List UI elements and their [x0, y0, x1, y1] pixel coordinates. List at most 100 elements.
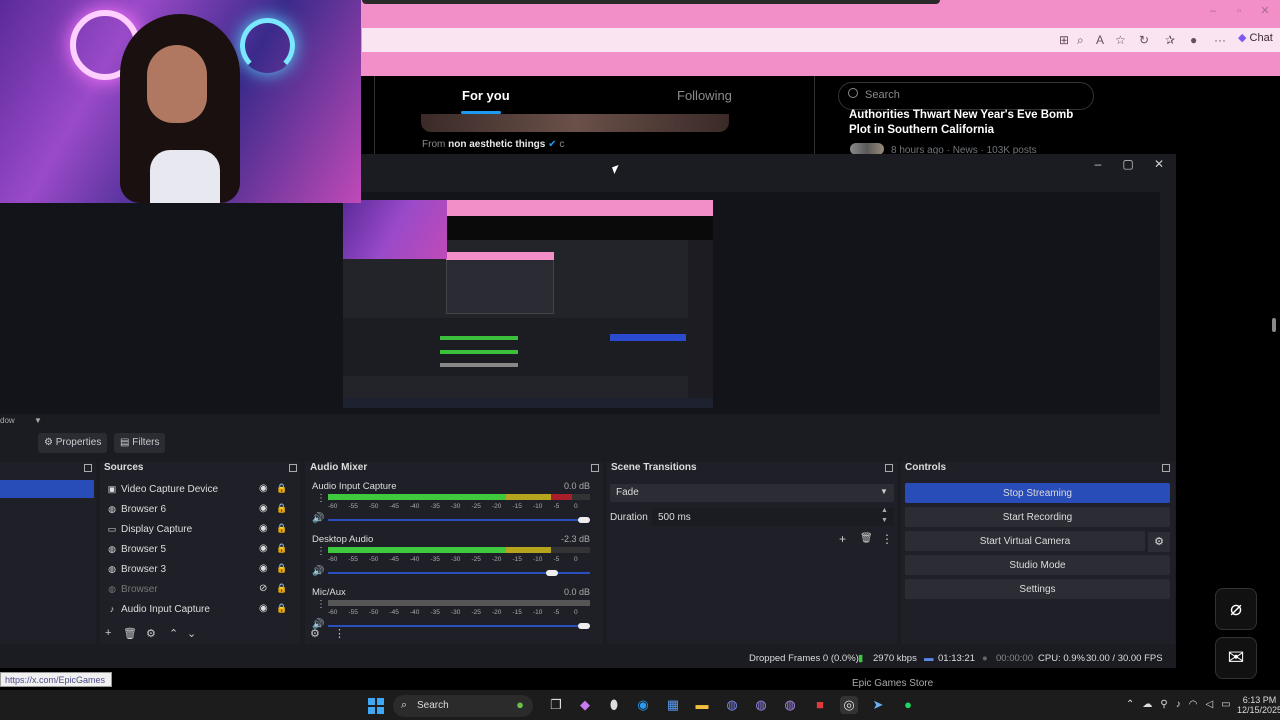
sidebar-float-button[interactable]: ⌀ — [1215, 588, 1257, 630]
eye-icon[interactable]: ◉ — [259, 483, 268, 494]
gear-icon[interactable]: ⚙ — [1148, 532, 1170, 552]
spotify-icon[interactable]: ● — [899, 696, 917, 714]
source-item[interactable]: ◍ Browser ⊘ 🔒 — [104, 580, 296, 600]
eye-hidden-icon[interactable]: ⊘ — [259, 583, 267, 594]
app-icon[interactable]: ◍ — [752, 696, 770, 714]
lock-icon[interactable]: 🔒 — [276, 483, 287, 494]
move-up-icon[interactable]: ⌃ — [169, 627, 178, 640]
minimize-icon[interactable]: – — [1200, 5, 1226, 17]
channel-menu-icon[interactable]: ⋮ — [316, 546, 326, 557]
source-item[interactable]: ▣ Video Capture Device ◉ 🔒 — [104, 480, 296, 500]
volume-slider[interactable] — [328, 625, 590, 627]
lock-icon[interactable]: 🔒 — [276, 523, 287, 534]
duration-input[interactable]: 500 ms — [652, 508, 894, 526]
advanced-audio-icon[interactable]: ⚙ — [310, 627, 320, 640]
eye-icon[interactable]: ◉ — [259, 543, 268, 554]
stop-streaming-button[interactable]: Stop Streaming — [905, 483, 1170, 503]
trash-icon[interactable]: 🗑 — [860, 533, 873, 544]
volume-knob[interactable] — [545, 570, 558, 576]
refresh-icon[interactable]: ↻ — [1139, 33, 1149, 47]
epic-games-card[interactable]: Epic Games Store — [852, 678, 1082, 689]
store-icon[interactable]: ▦ — [664, 696, 682, 714]
search-input[interactable]: Search — [838, 82, 1094, 110]
duration-stepper-icon[interactable]: ▲ ▼ — [881, 506, 888, 526]
transition-select[interactable]: Fade — [610, 484, 894, 502]
folder-icon[interactable]: ▬ — [693, 696, 711, 714]
taskbar-clock[interactable]: 6:13 PM 12/15/2025 — [1237, 695, 1280, 715]
source-item[interactable]: ▭ Display Capture ◉ 🔒 — [104, 520, 296, 540]
dock-popout-icon[interactable] — [84, 464, 92, 472]
dock-popout-icon[interactable] — [591, 464, 599, 472]
volume-knob[interactable] — [578, 623, 590, 629]
chat-button[interactable]: ◆ Chat — [1238, 31, 1273, 44]
start-virtual-camera-button[interactable]: Start Virtual Camera — [905, 531, 1145, 551]
scrollbar-thumb[interactable] — [1272, 318, 1276, 332]
from-account[interactable]: non aesthetic things — [448, 139, 545, 150]
add-source-button[interactable]: + — [105, 627, 111, 639]
more-menu-icon[interactable]: ··· — [1214, 33, 1226, 47]
source-item[interactable]: ◍ Browser 5 ◉ 🔒 — [104, 540, 296, 560]
post-source[interactable]: From non aesthetic things ✔ c — [422, 139, 564, 150]
volume-knob[interactable] — [578, 517, 590, 523]
speaker-icon[interactable]: 🔊 — [312, 513, 324, 524]
favorite-star-icon[interactable]: ☆ — [1115, 33, 1126, 47]
filters-button[interactable]: ▤ Filters — [114, 433, 166, 453]
eye-icon[interactable]: ◉ — [259, 563, 268, 574]
lock-icon[interactable]: 🔒 — [276, 543, 287, 554]
close-icon[interactable]: ✕ — [1252, 4, 1278, 17]
task-view-icon[interactable]: ❐ — [547, 696, 565, 714]
trend-title[interactable]: Authorities Thwart New Year's Eve Bomb P… — [849, 108, 1079, 138]
chevron-up-icon[interactable]: ⌃ — [1126, 699, 1142, 710]
edge-icon[interactable]: ◉ — [634, 696, 652, 714]
eye-icon[interactable]: ◉ — [259, 523, 268, 534]
system-tray[interactable]: ⌃☁⚲♪◠◁▭ — [1126, 699, 1239, 710]
eye-icon[interactable]: ◉ — [259, 603, 268, 614]
tab-following[interactable]: Following — [677, 88, 732, 103]
start-recording-button[interactable]: Start Recording — [905, 507, 1170, 527]
add-transition-button[interactable]: + — [839, 532, 846, 546]
channel-menu-icon[interactable]: ⋮ — [316, 493, 326, 504]
settings-button[interactable]: Settings — [905, 579, 1170, 599]
studio-mode-button[interactable]: Studio Mode — [905, 555, 1170, 575]
messages-button[interactable]: ✉ — [1215, 637, 1257, 679]
app-icon[interactable]: ◍ — [781, 696, 799, 714]
dock-popout-icon[interactable] — [289, 464, 297, 472]
channel-menu-icon[interactable]: ⋮ — [316, 599, 326, 610]
copilot-icon[interactable]: ◆ — [576, 696, 594, 714]
scene-item-selected[interactable] — [0, 480, 94, 498]
dock-popout-icon[interactable] — [885, 464, 893, 472]
lock-icon[interactable]: 🔒 — [276, 503, 287, 514]
mixer-menu-icon[interactable]: ⋮ — [334, 627, 345, 640]
zoom-icon[interactable]: ⌕ — [1077, 33, 1084, 48]
apps-icon[interactable]: ⊞ — [1059, 33, 1069, 47]
lock-icon[interactable]: 🔒 — [276, 563, 287, 574]
dock-popout-icon[interactable] — [1162, 464, 1170, 472]
windows-start-icon[interactable] — [368, 698, 384, 714]
read-aloud-icon[interactable]: A — [1096, 33, 1104, 47]
tab-for-you[interactable]: For you — [462, 88, 510, 103]
profile-icon[interactable]: ● — [1190, 33, 1197, 47]
close-icon[interactable]: ✕ — [1149, 157, 1169, 171]
minimize-icon[interactable]: – — [1088, 157, 1108, 171]
source-item[interactable]: ◍ Browser 3 ◉ 🔒 — [104, 560, 296, 580]
speaker-icon[interactable]: 🔊 — [312, 566, 324, 577]
eye-icon[interactable]: ◉ — [259, 503, 268, 514]
maximize-icon[interactable]: ▢ — [1118, 157, 1138, 171]
source-item[interactable]: ◍ Browser 6 ◉ 🔒 — [104, 500, 296, 520]
lock-icon[interactable]: 🔒 — [276, 603, 287, 614]
app-icon[interactable]: ■ — [811, 696, 829, 714]
lock-icon[interactable]: 🔒 — [276, 583, 287, 594]
discord-icon[interactable]: ◍ — [723, 696, 741, 714]
source-item[interactable]: ♪ Audio Input Capture ◉ 🔒 — [104, 600, 296, 620]
steam-icon[interactable]: ➤ — [869, 696, 887, 714]
source-properties-icon[interactable]: ⚙ — [146, 627, 156, 640]
pin-icon[interactable]: ⬮ — [605, 696, 623, 714]
favorites-icon[interactable]: ✰ — [1165, 33, 1175, 47]
trash-icon[interactable]: 🗑 — [123, 627, 137, 640]
move-down-icon[interactable]: ⌄ — [187, 627, 196, 640]
post-video[interactable] — [421, 114, 729, 132]
properties-button[interactable]: ⚙ Properties — [38, 433, 108, 453]
transition-menu-icon[interactable]: ⋮ — [881, 532, 893, 546]
volume-slider[interactable] — [328, 519, 590, 521]
obs-icon[interactable]: ◎ — [840, 696, 858, 714]
